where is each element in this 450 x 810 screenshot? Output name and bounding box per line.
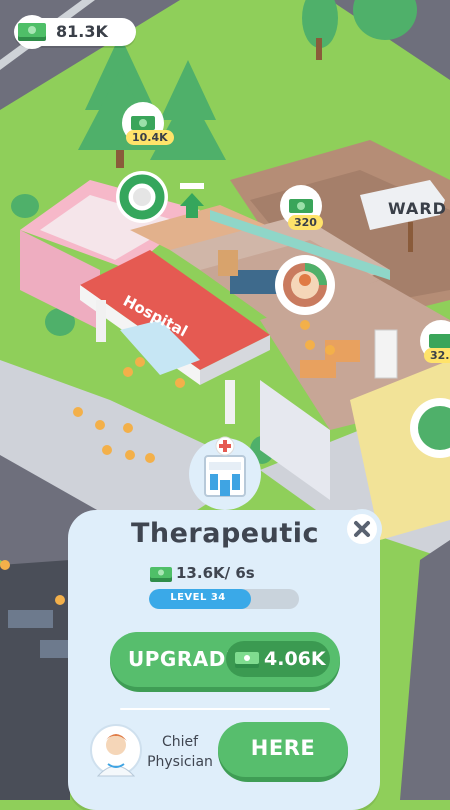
income-rate-value: 13.6K/ 6s: [176, 564, 255, 582]
money-bubble-center[interactable]: 320: [278, 183, 324, 233]
bubble-value: 32.4: [424, 348, 450, 363]
doctor-room-indicator[interactable]: [275, 255, 335, 315]
doctor-avatar-icon: [90, 724, 142, 777]
cash-icon: [150, 567, 172, 582]
here-button[interactable]: HERE: [218, 722, 348, 782]
bubble-value: 10.4K: [126, 130, 174, 145]
role-label: Chief Physician: [140, 732, 220, 772]
hospital-building-icon: [189, 436, 261, 510]
here-button-face: HERE: [218, 722, 348, 777]
money-bubble-left[interactable]: 10.4K: [120, 100, 174, 150]
building-badge: [186, 432, 264, 510]
ward-sign: WARD: [388, 199, 447, 218]
level-label: LEVEL 34: [170, 592, 226, 603]
room-title: Therapeutic: [130, 518, 319, 549]
role-label-line2: Physician: [147, 754, 213, 770]
here-label: HERE: [250, 736, 316, 760]
upgrade-button[interactable]: UPGRADE 4.06K: [110, 632, 340, 692]
money-counter: 81.3K: [14, 15, 136, 49]
cash-stack-icon: [15, 15, 49, 49]
money-bubble-right[interactable]: 32.4: [418, 318, 450, 368]
progress-ring-indicator[interactable]: [116, 171, 168, 223]
upgrade-button-face: UPGRADE 4.06K: [110, 632, 340, 687]
role-label-line1: Chief: [161, 734, 199, 750]
cash-icon: [235, 652, 259, 668]
level-progress-bar: LEVEL 34: [149, 589, 299, 609]
income-rate: 13.6K/ 6s: [148, 562, 308, 586]
doctor-avatar: [90, 720, 142, 778]
upgrade-cost: 4.06K: [226, 641, 330, 677]
money-value: 81.3K: [56, 22, 108, 41]
upgrade-cost-value: 4.06K: [264, 648, 326, 670]
upgrade-label: UPGRADE: [128, 647, 240, 671]
divider: [120, 708, 330, 710]
bubble-value: 320: [288, 215, 323, 230]
